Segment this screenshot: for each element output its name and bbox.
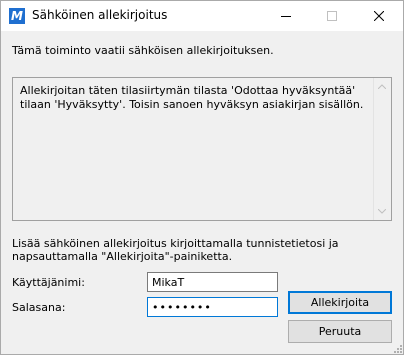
window-title: Sähköinen allekirjoitus [32,8,168,22]
username-input[interactable] [147,272,278,292]
password-input[interactable] [147,297,278,317]
scroll-down-icon[interactable] [378,209,386,214]
instructions-text: Lisää sähköinen allekirjoitus kirjoittam… [12,237,339,263]
minimize-button[interactable] [263,1,309,31]
app-logo-icon: M [9,8,25,24]
maximize-icon [327,11,337,21]
message-scrollbar[interactable] [373,78,391,220]
sign-button[interactable]: Allekirjoita [288,291,392,314]
scroll-up-icon[interactable] [378,84,386,89]
resize-grip-icon[interactable] [392,343,402,353]
username-label: Käyttäjänimi: [12,276,85,289]
title-bar[interactable]: M Sähköinen allekirjoitus [1,1,403,31]
signature-dialog: M Sähköinen allekirjoitus Tämä toiminto … [0,0,404,355]
close-button[interactable] [356,1,402,31]
maximize-button [309,1,355,31]
cancel-button[interactable]: Peruuta [288,320,392,343]
intro-text: Tämä toiminto vaatii sähköisen allekirjo… [12,44,274,57]
message-text: Allekirjoitan täten tilasiirtymän tilast… [20,84,364,111]
password-label: Salasana: [12,301,66,314]
minimize-icon [281,16,291,17]
message-box[interactable]: Allekirjoitan täten tilasiirtymän tilast… [12,77,392,221]
close-icon [374,11,384,21]
